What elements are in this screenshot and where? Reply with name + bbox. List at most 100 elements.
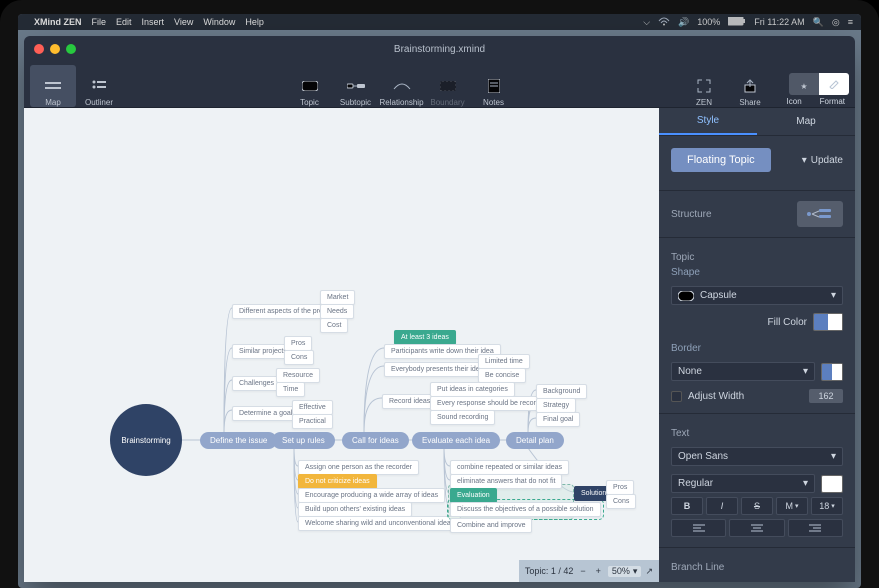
clock[interactable]: Fri 11:22 AM	[754, 17, 804, 27]
subtopic[interactable]: Time	[276, 382, 305, 397]
subtopic[interactable]: Cons	[284, 350, 314, 365]
subtopic[interactable]: Welcome sharing wild and unconventional …	[298, 516, 461, 531]
zen-icon	[695, 77, 713, 95]
expand-icon[interactable]: ↗	[645, 566, 653, 577]
subtopic[interactable]: Challenges	[232, 376, 281, 391]
app-name[interactable]: XMind ZEN	[34, 17, 82, 27]
align-center-button[interactable]	[729, 519, 784, 537]
subtopic[interactable]: Combine and improve	[450, 518, 532, 533]
bluetooth-icon[interactable]: ⌵	[643, 17, 650, 28]
main-topic[interactable]: Call for ideas	[342, 432, 409, 449]
subtopic[interactable]: Cons	[606, 494, 636, 509]
subtopic[interactable]: Pros	[284, 336, 312, 351]
shape-select[interactable]: Capsule ▾	[671, 286, 843, 305]
subtopic[interactable]: Practical	[292, 414, 333, 429]
battery-icon[interactable]	[728, 17, 746, 28]
boundary-button[interactable]: Boundary	[425, 65, 471, 107]
align-right-button[interactable]	[788, 519, 843, 537]
subtopic[interactable]: Evaluation	[450, 488, 497, 503]
subtopic-selected[interactable]: Discuss the objectives of a possible sol…	[450, 502, 601, 517]
main-topic[interactable]: Define the issue	[200, 432, 277, 449]
subtopic[interactable]: Sound recording	[430, 410, 495, 425]
subtopic[interactable]: Build upon others' existing ideas	[298, 502, 412, 517]
text-color-picker[interactable]	[821, 475, 843, 493]
case-button[interactable]: M▾	[776, 497, 808, 515]
subtopic[interactable]: Encourage producing a wide array of idea…	[298, 488, 445, 503]
zen-button[interactable]: ZEN	[681, 65, 727, 107]
notification-icon[interactable]: ≡	[848, 17, 853, 27]
subtopic-icon	[347, 77, 365, 95]
main-topic[interactable]: Evaluate each idea	[412, 432, 500, 449]
menu-window[interactable]: Window	[203, 17, 235, 27]
subtopic[interactable]: Assign one person as the recorder	[298, 460, 419, 475]
subtopic-button[interactable]: Subtopic	[333, 65, 379, 107]
bold-button[interactable]: B	[671, 497, 703, 515]
zoom-dropdown[interactable]: 50%▾	[608, 566, 642, 577]
menu-file[interactable]: File	[92, 17, 107, 27]
subtopic-tag[interactable]: At least 3 ideas	[394, 330, 456, 345]
subtopic[interactable]: Record ideas	[382, 394, 437, 409]
icon-inspector-button[interactable]: ★	[789, 73, 819, 95]
zoom-out-button[interactable]: −	[577, 566, 588, 576]
align-left-button[interactable]	[671, 519, 726, 537]
subtopic[interactable]: Determine a goal	[232, 406, 299, 421]
document-title: Brainstorming.xmind	[24, 44, 855, 55]
spotlight-icon[interactable]: 🔍	[813, 17, 824, 28]
subtopic[interactable]: Pros	[606, 480, 634, 495]
subtopic[interactable]: Limited time	[478, 354, 530, 369]
control-center-icon[interactable]: ◎	[832, 17, 840, 28]
subtopic[interactable]: Resource	[276, 368, 320, 383]
icon-label: Icon	[787, 97, 802, 106]
topic-button[interactable]: Topic	[287, 65, 333, 107]
menu-help[interactable]: Help	[245, 17, 264, 27]
border-select[interactable]: None▾	[671, 362, 815, 381]
format-label: Format	[820, 97, 845, 106]
volume-icon[interactable]: 🔊	[678, 17, 689, 28]
main-topic[interactable]: Set up rules	[272, 432, 335, 449]
relationship-button[interactable]: Relationship	[379, 65, 425, 107]
topic-icon	[301, 77, 319, 95]
font-size-select[interactable]: 18▾	[811, 497, 843, 515]
menu-edit[interactable]: Edit	[116, 17, 132, 27]
update-button[interactable]: ▾Update	[802, 155, 843, 166]
main-topic[interactable]: Detail plan	[506, 432, 564, 449]
floating-topic-badge[interactable]: Floating Topic	[671, 148, 771, 172]
root-topic[interactable]: Brainstorming	[110, 404, 182, 476]
subtopic[interactable]: Put ideas in categories	[430, 382, 515, 397]
fill-color-picker[interactable]	[813, 313, 843, 331]
strike-button[interactable]: S	[741, 497, 773, 515]
format-inspector-button[interactable]	[819, 73, 849, 95]
subtopic[interactable]: Final goal	[536, 412, 580, 427]
chevron-down-icon: ▾	[831, 451, 836, 462]
subtopic[interactable]: combine repeated or similar ideas	[450, 460, 569, 475]
fill-color-label: Fill Color	[768, 317, 807, 328]
tab-map[interactable]: Map	[757, 108, 855, 135]
subtopic[interactable]: Needs	[320, 304, 354, 319]
adjust-width-checkbox[interactable]	[671, 391, 682, 402]
menu-insert[interactable]: Insert	[142, 17, 165, 27]
subtopic[interactable]: Effective	[292, 400, 333, 415]
map-view-button[interactable]: Map	[30, 65, 76, 107]
chevron-down-icon: ▾	[831, 502, 835, 510]
font-select[interactable]: Open Sans▾	[671, 447, 843, 466]
share-button[interactable]: Share	[727, 65, 773, 107]
subtopic[interactable]: Cost	[320, 318, 348, 333]
structure-picker[interactable]	[797, 201, 843, 227]
menu-view[interactable]: View	[174, 17, 193, 27]
border-color-picker[interactable]	[821, 363, 843, 381]
subtopic[interactable]: Strategy	[536, 398, 576, 413]
subtopic[interactable]: Background	[536, 384, 587, 399]
font-weight-select[interactable]: Regular▾	[671, 474, 815, 493]
notes-button[interactable]: Notes	[471, 65, 517, 107]
mindmap-canvas[interactable]: Brainstorming Define the issue Set up ru…	[24, 108, 659, 582]
adjust-width-value[interactable]: 162	[809, 389, 843, 403]
subtopic[interactable]: Market	[320, 290, 355, 305]
italic-button[interactable]: I	[706, 497, 738, 515]
subtopic[interactable]: Be concise	[478, 368, 526, 383]
zoom-in-button[interactable]: +	[593, 566, 604, 576]
outliner-view-button[interactable]: Outliner	[76, 65, 122, 107]
tab-style[interactable]: Style	[659, 108, 757, 135]
subtopic[interactable]: eliminate answers that do not fit	[450, 474, 562, 489]
subtopic[interactable]: Do not criticize ideas	[298, 474, 377, 489]
wifi-icon[interactable]	[658, 16, 670, 28]
